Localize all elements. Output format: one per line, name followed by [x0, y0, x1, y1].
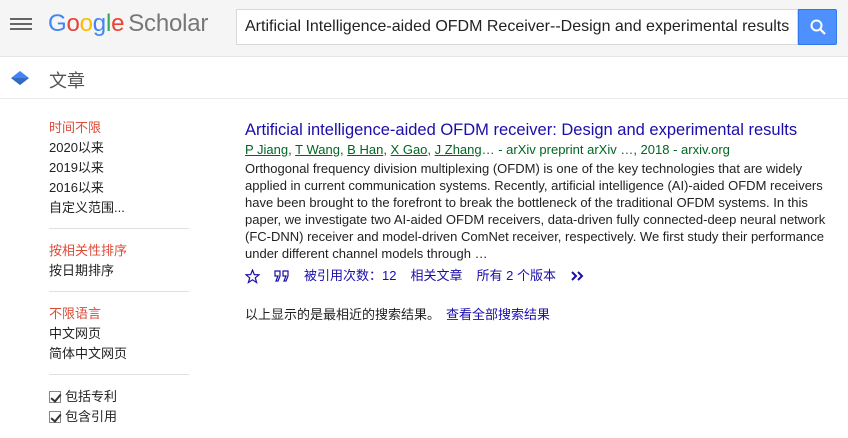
language-chinese-pages[interactable]: 中文网页 — [49, 324, 189, 344]
all-versions-link[interactable]: 所有 2 个版本 — [476, 266, 555, 286]
author-link[interactable]: J Zhang — [435, 142, 482, 157]
time-filter-group: 时间不限 2020以来 2019以来 2016以来 自定义范围... — [49, 118, 189, 229]
results-area: Artificial intelligence-aided OFDM recei… — [245, 119, 835, 323]
more-chevron-icon[interactable] — [570, 270, 586, 282]
filter-since-2016[interactable]: 2016以来 — [49, 178, 189, 198]
publication-info: … - arXiv preprint arXiv …, 2018 - arxiv… — [481, 142, 730, 157]
author-link[interactable]: P Jiang — [245, 142, 288, 157]
header-bar: Google Scholar Artificial Intelligence-ai… — [0, 0, 848, 57]
result-title-link[interactable]: Artificial intelligence-aided OFDM recei… — [245, 119, 835, 141]
filter-custom-range[interactable]: 自定义范围... — [49, 198, 189, 218]
author-link[interactable]: X Gao — [391, 142, 428, 157]
related-articles-link[interactable]: 相关文章 — [410, 266, 462, 286]
save-star-icon[interactable] — [245, 268, 260, 284]
checkbox-checked-icon — [49, 391, 61, 403]
search-icon — [810, 19, 826, 35]
sub-navigation-bar: 文章 — [0, 57, 848, 99]
closest-results-note: 以上显示的是最相近的搜索结果。 查看全部搜索结果 — [245, 304, 835, 323]
author-link[interactable]: B Han — [347, 142, 383, 157]
sort-group: 按相关性排序 按日期排序 — [49, 241, 189, 292]
language-any[interactable]: 不限语言 — [49, 304, 189, 324]
include-citations-label: 包含引用 — [65, 409, 118, 424]
graduation-cap-icon — [11, 71, 29, 85]
include-patents-checkbox[interactable]: 包括专利 — [49, 387, 189, 407]
see-all-results-link[interactable]: 查看全部搜索结果 — [446, 307, 550, 322]
cite-quote-icon[interactable] — [274, 270, 290, 282]
hamburger-menu-icon[interactable] — [10, 15, 32, 33]
section-title: 文章 — [49, 71, 85, 91]
language-simplified-chinese-pages[interactable]: 简体中文网页 — [49, 344, 189, 364]
filter-since-2020[interactable]: 2020以来 — [49, 138, 189, 158]
include-patents-label: 包括专利 — [65, 389, 118, 404]
filter-since-2019[interactable]: 2019以来 — [49, 158, 189, 178]
checkbox-checked-icon — [49, 411, 61, 423]
sort-by-date[interactable]: 按日期排序 — [49, 261, 189, 281]
search-button[interactable] — [798, 9, 837, 45]
filter-any-time[interactable]: 时间不限 — [49, 118, 189, 138]
result-snippet: Orthogonal frequency division multiplexi… — [245, 161, 826, 261]
result-actions: 被引用次数：12 相关文章 所有 2 个版本 — [245, 266, 835, 286]
author-link[interactable]: T Wang — [295, 142, 340, 157]
language-group: 不限语言 中文网页 简体中文网页 — [49, 304, 189, 375]
include-citations-checkbox[interactable]: 包含引用 — [49, 407, 189, 427]
sort-by-relevance[interactable]: 按相关性排序 — [49, 241, 189, 261]
search-input[interactable]: Artificial Intelligence-aided OFDM Recei… — [236, 9, 798, 45]
cited-by-link[interactable]: 被引用次数：12 — [304, 266, 396, 286]
sidebar: 时间不限 2020以来 2019以来 2016以来 自定义范围... 按相关性排… — [49, 118, 189, 427]
google-scholar-logo[interactable]: Google Scholar — [48, 10, 208, 38]
result-authors: P Jiang, T Wang, B Han, X Gao, J Zhang… … — [245, 142, 730, 157]
note-text: 以上显示的是最相近的搜索结果。 — [245, 307, 441, 322]
options-group: 包括专利 包含引用 — [49, 387, 189, 427]
